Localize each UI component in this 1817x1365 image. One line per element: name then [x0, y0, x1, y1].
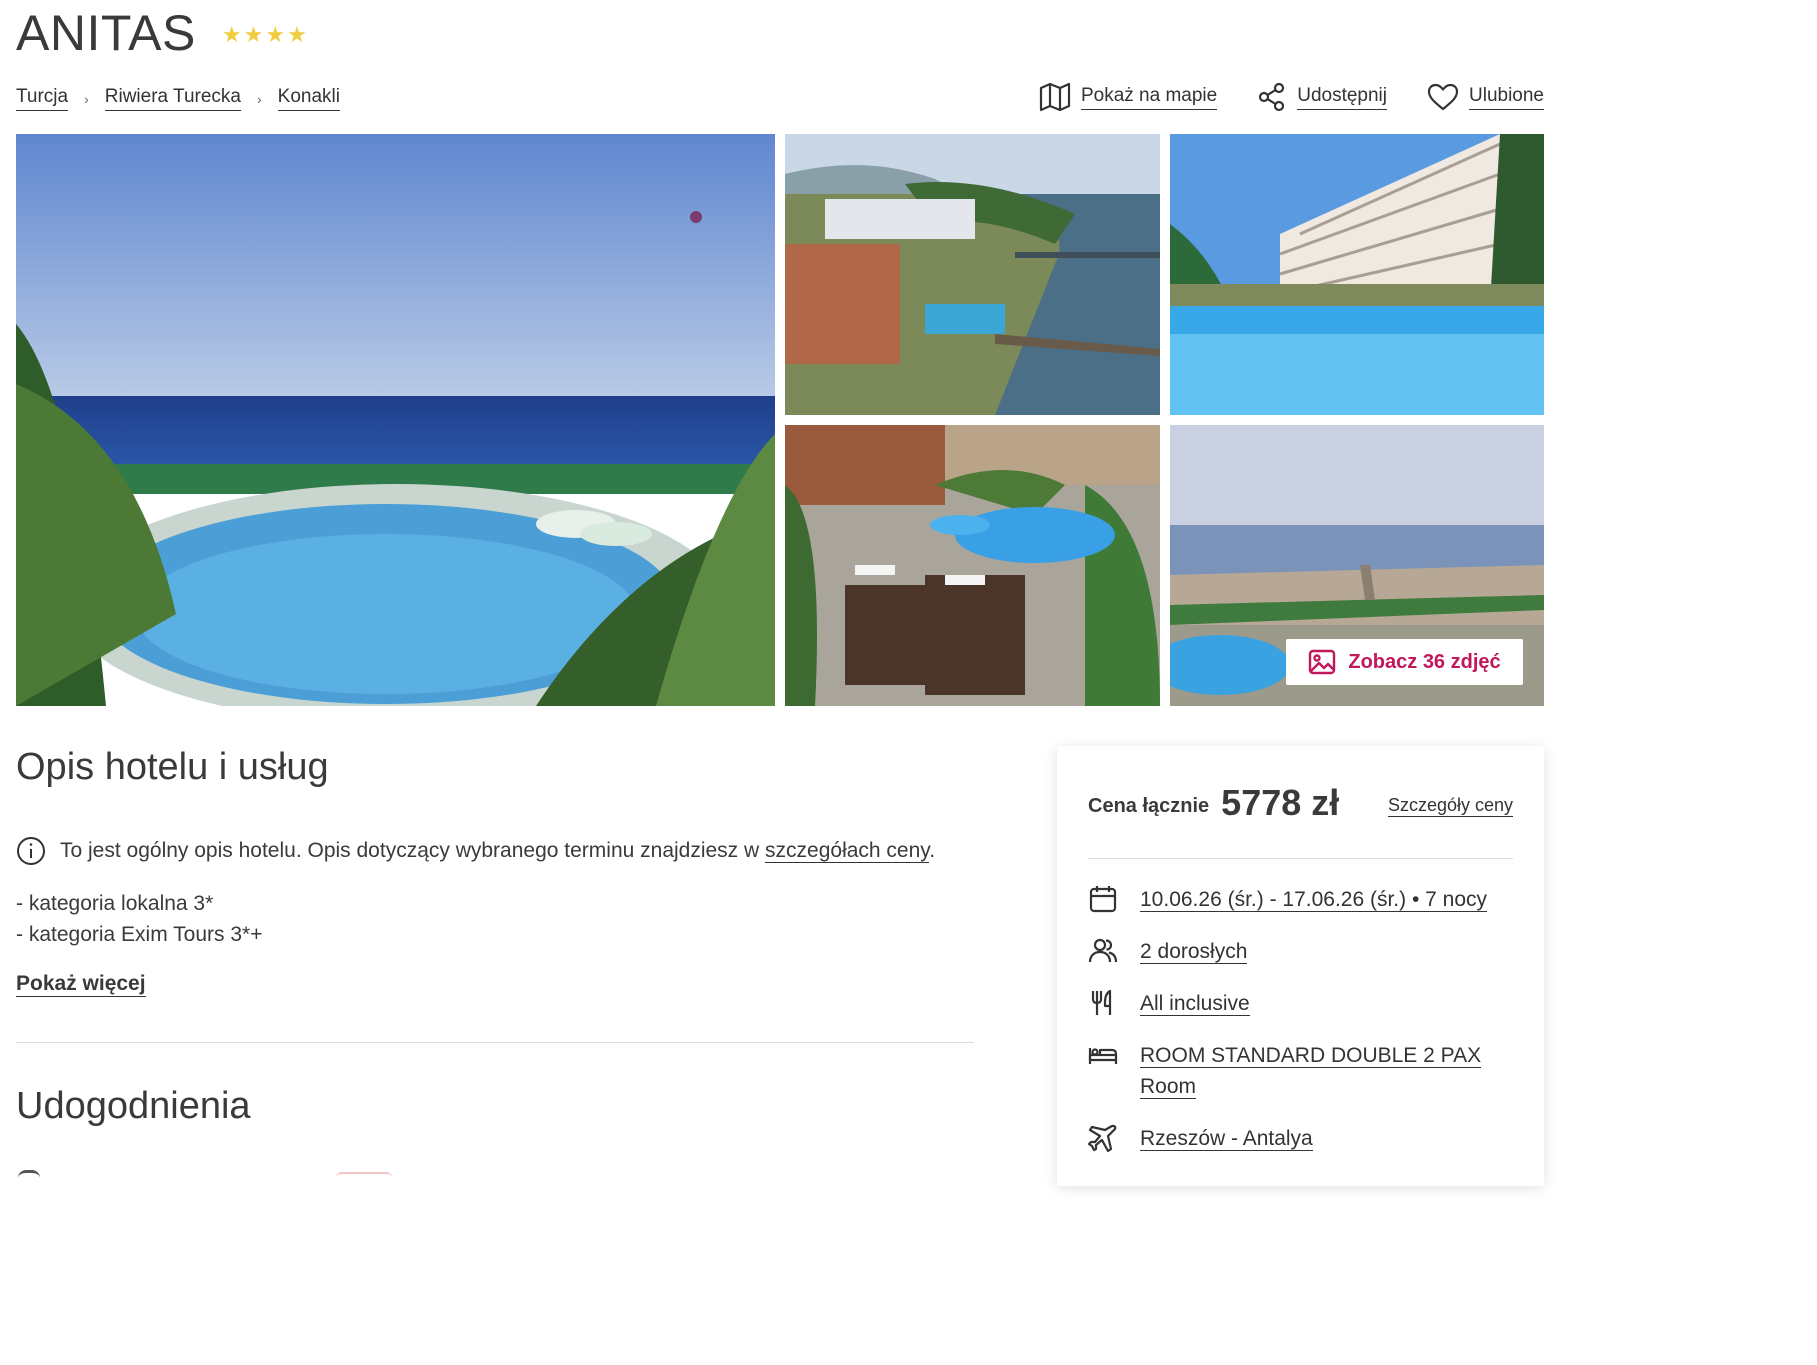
amenity-icon	[18, 1170, 40, 1178]
flight-row[interactable]: Rzeszów - Antalya	[1088, 1123, 1313, 1154]
general-description-note: To jest ogólny opis hotelu. Opis dotyczą…	[16, 836, 935, 866]
heart-icon	[1427, 83, 1459, 111]
flight-value: Rzeszów - Antalya	[1140, 1127, 1313, 1151]
hotel-name: ANITAS	[16, 5, 196, 61]
favorite-label: Ulubione	[1469, 85, 1544, 110]
note-text: To jest ogólny opis hotelu. Opis dotyczą…	[60, 839, 760, 862]
calendar-icon	[1089, 886, 1117, 913]
see-all-photos-label: Zobacz 36 zdjęć	[1348, 650, 1501, 673]
hotel-rating: ★ ★ ★ ★	[222, 24, 307, 46]
board-row[interactable]: All inclusive	[1088, 988, 1250, 1019]
breadcrumb: Turcja › Riwiera Turecka › Konakli	[16, 86, 340, 111]
card-divider	[1088, 858, 1513, 859]
total-price-label: Cena łącznie	[1088, 794, 1210, 817]
price-summary-card: Cena łącznie 5778 zł Szczegóły ceny 10.0…	[1057, 746, 1544, 1186]
breadcrumb-country[interactable]: Turcja	[16, 86, 69, 111]
share-label: Udostępnij	[1297, 85, 1387, 110]
see-all-photos-button[interactable]: Zobacz 36 zdjęć	[1286, 639, 1523, 685]
description-title: Opis hotelu i usług	[16, 746, 329, 788]
show-more-link[interactable]: Pokaż więcej	[16, 971, 146, 997]
hotel-actions: Pokaż na mapie Udostępnij Ulubione	[1039, 82, 1544, 112]
resort-aerial-photo	[785, 134, 1160, 415]
gallery-photo-3[interactable]	[1170, 134, 1544, 415]
pool-sea-photo	[16, 134, 775, 706]
star-icon: ★	[221, 22, 242, 47]
share-icon	[1259, 82, 1285, 112]
room-row[interactable]: ROOM STANDARD DOUBLE 2 PAX Room	[1088, 1040, 1482, 1102]
favorite-button[interactable]: Ulubione	[1427, 83, 1544, 111]
cutlery-icon	[1091, 989, 1112, 1015]
star-icon: ★	[287, 22, 307, 47]
breadcrumb-city[interactable]: Konakli	[277, 86, 340, 111]
show-on-map-label: Pokaż na mapie	[1080, 85, 1218, 110]
share-button[interactable]: Udostępnij	[1257, 82, 1387, 112]
photo-gallery: Zobacz 36 zdjęć	[16, 134, 1544, 706]
travelers-row[interactable]: 2 dorosłych	[1088, 936, 1248, 967]
gallery-photo-main[interactable]	[16, 134, 775, 706]
image-icon	[1309, 649, 1336, 675]
price-row: Cena łącznie 5778 zł Szczegóły ceny	[1088, 782, 1513, 824]
travelers-value: 2 dorosłych	[1140, 940, 1248, 964]
description-line: - kategoria lokalna 3*	[16, 892, 214, 915]
amenity-badge	[336, 1172, 392, 1178]
room-value: ROOM STANDARD DOUBLE 2 PAX	[1140, 1044, 1482, 1068]
room-type-value: Room	[1140, 1075, 1197, 1099]
gallery-photo-2[interactable]	[785, 134, 1160, 415]
people-icon	[1088, 938, 1118, 963]
airplane-icon	[1088, 1124, 1117, 1153]
hotel-pool-photo	[1170, 134, 1544, 415]
bed-icon	[1088, 1048, 1118, 1064]
board-value: All inclusive	[1140, 992, 1250, 1016]
star-icon: ★	[265, 22, 286, 47]
hotel-header: ANITAS ★ ★ ★ ★	[16, 4, 307, 62]
price-details-link-inline[interactable]: szczegółach ceny	[765, 839, 930, 863]
description-line: - kategoria Exim Tours 3*+	[16, 923, 263, 946]
show-on-map-button[interactable]: Pokaż na mapie	[1039, 82, 1218, 112]
description-lines: - kategoria lokalna 3* - kategoria Exim …	[16, 888, 262, 950]
chevron-right-icon: ›	[84, 90, 89, 107]
note-suffix: .	[929, 839, 936, 862]
breadcrumb-region[interactable]: Riwiera Turecka	[104, 86, 241, 111]
gallery-photo-4[interactable]	[785, 425, 1160, 706]
map-icon	[1039, 82, 1071, 112]
chevron-right-icon: ›	[256, 90, 262, 107]
total-price-value: 5778 zł	[1221, 782, 1340, 823]
info-icon	[17, 837, 45, 865]
dates-value: 10.06.26 (śr.) - 17.06.26 (śr.) • 7 nocy	[1140, 888, 1488, 912]
star-icon: ★	[243, 22, 264, 47]
dates-row[interactable]: 10.06.26 (śr.) - 17.06.26 (śr.) • 7 nocy	[1088, 884, 1488, 915]
terrace-pool-photo	[785, 425, 1160, 706]
amenities-title: Udogodnienia	[16, 1085, 251, 1127]
price-details-link[interactable]: Szczegóły ceny	[1387, 794, 1513, 817]
section-divider	[16, 1042, 974, 1043]
